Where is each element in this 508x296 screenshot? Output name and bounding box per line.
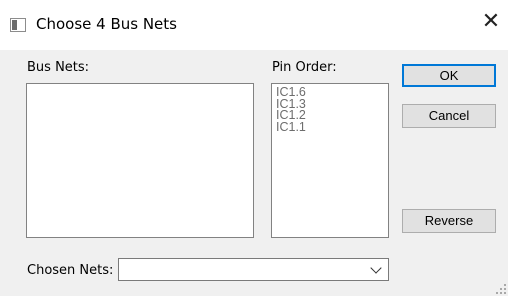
chosen-nets-combobox[interactable]	[118, 258, 389, 281]
cancel-button[interactable]: Cancel	[402, 104, 496, 128]
pin-order-listbox[interactable]: IC1.6 IC1.3 IC1.2 IC1.1	[271, 83, 389, 238]
bus-nets-listbox[interactable]	[26, 83, 254, 238]
bus-nets-label: Bus Nets:	[27, 60, 90, 75]
title-bar[interactable]: Choose 4 Bus Nets ✕	[0, 0, 508, 50]
pin-order-label: Pin Order:	[272, 60, 337, 75]
reverse-button[interactable]: Reverse	[402, 209, 496, 233]
window-title: Choose 4 Bus Nets	[36, 15, 177, 33]
resize-grip-icon[interactable]	[494, 282, 506, 294]
ok-button[interactable]: OK	[402, 64, 496, 87]
close-icon[interactable]: ✕	[480, 11, 502, 34]
chosen-nets-label: Chosen Nets:	[27, 263, 114, 278]
window-app-icon	[10, 18, 26, 32]
chevron-down-icon[interactable]	[370, 262, 382, 274]
choose-bus-nets-dialog: Choose 4 Bus Nets ✕ Bus Nets: Pin Order:…	[0, 0, 508, 296]
pin-order-item[interactable]: IC1.1	[276, 121, 388, 134]
